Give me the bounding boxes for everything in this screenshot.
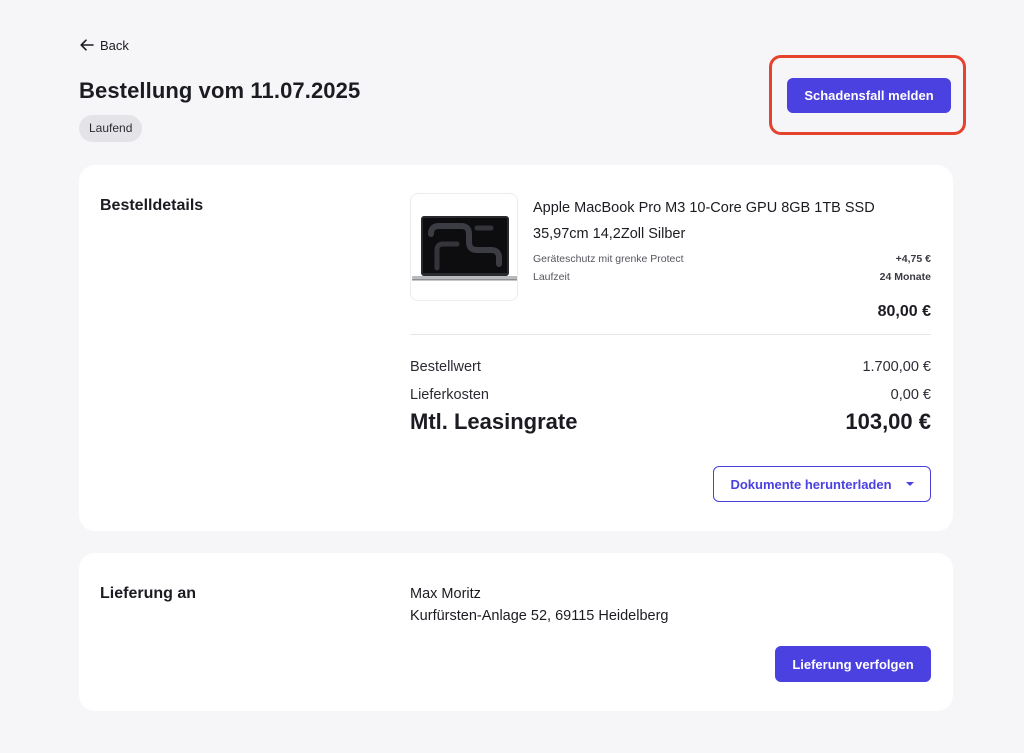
order-value-row: Bestellwert 1.700,00 € [410,359,931,375]
shipping-value: 0,00 € [890,387,931,403]
option-label: Geräteschutz mit grenke Protect [533,253,684,265]
option-row-term: Laufzeit 24 Monate [533,271,931,283]
delivery-address: Max Moritz Kurfürsten-Anlage 52, 69115 H… [410,583,669,627]
arrow-left-icon [80,39,94,51]
order-details-title: Bestelldetails [100,197,204,214]
caret-down-icon [905,482,914,486]
recipient-address: Kurfürsten-Anlage 52, 69115 Heidelberg [410,608,669,624]
monthly-rate-row: Mtl. Leasingrate 103,00 € [410,409,931,435]
product-price: 80,00 € [877,303,931,320]
product-name: Apple MacBook Pro M3 10-Core GPU 8GB 1TB… [533,200,875,242]
order-details-card: Bestelldetails Apple MacBook Pro M3 10-C… [79,165,953,531]
order-value-label: Bestellwert [410,359,481,375]
order-value: 1.700,00 € [862,359,931,375]
divider [410,334,931,335]
track-delivery-button[interactable]: Lieferung verfolgen [775,646,931,682]
option-label: Laufzeit [533,271,570,283]
page-title: Bestellung vom 11.07.2025 [79,78,361,103]
back-link[interactable]: Back [80,36,129,54]
monthly-rate-value: 103,00 € [845,409,931,434]
monthly-rate-label: Mtl. Leasingrate [410,409,578,434]
recipient-name: Max Moritz [410,586,481,602]
download-documents-label: Dokumente herunterladen [730,476,892,492]
download-documents-button[interactable]: Dokumente herunterladen [713,466,931,502]
delivery-title: Lieferung an [100,585,197,602]
laptop-product-image [410,193,518,301]
shipping-label: Lieferkosten [410,387,489,403]
delivery-card: Lieferung an Max Moritz Kurfürsten-Anlag… [79,553,953,711]
option-value: +4,75 € [895,253,931,265]
report-damage-button[interactable]: Schadensfall melden [787,78,951,113]
option-value: 24 Monate [879,271,931,283]
back-label: Back [100,37,129,53]
status-badge: Laufend [79,115,143,142]
shipping-row: Lieferkosten 0,00 € [410,387,931,403]
option-row-protect: Geräteschutz mit grenke Protect +4,75 € [533,253,931,265]
